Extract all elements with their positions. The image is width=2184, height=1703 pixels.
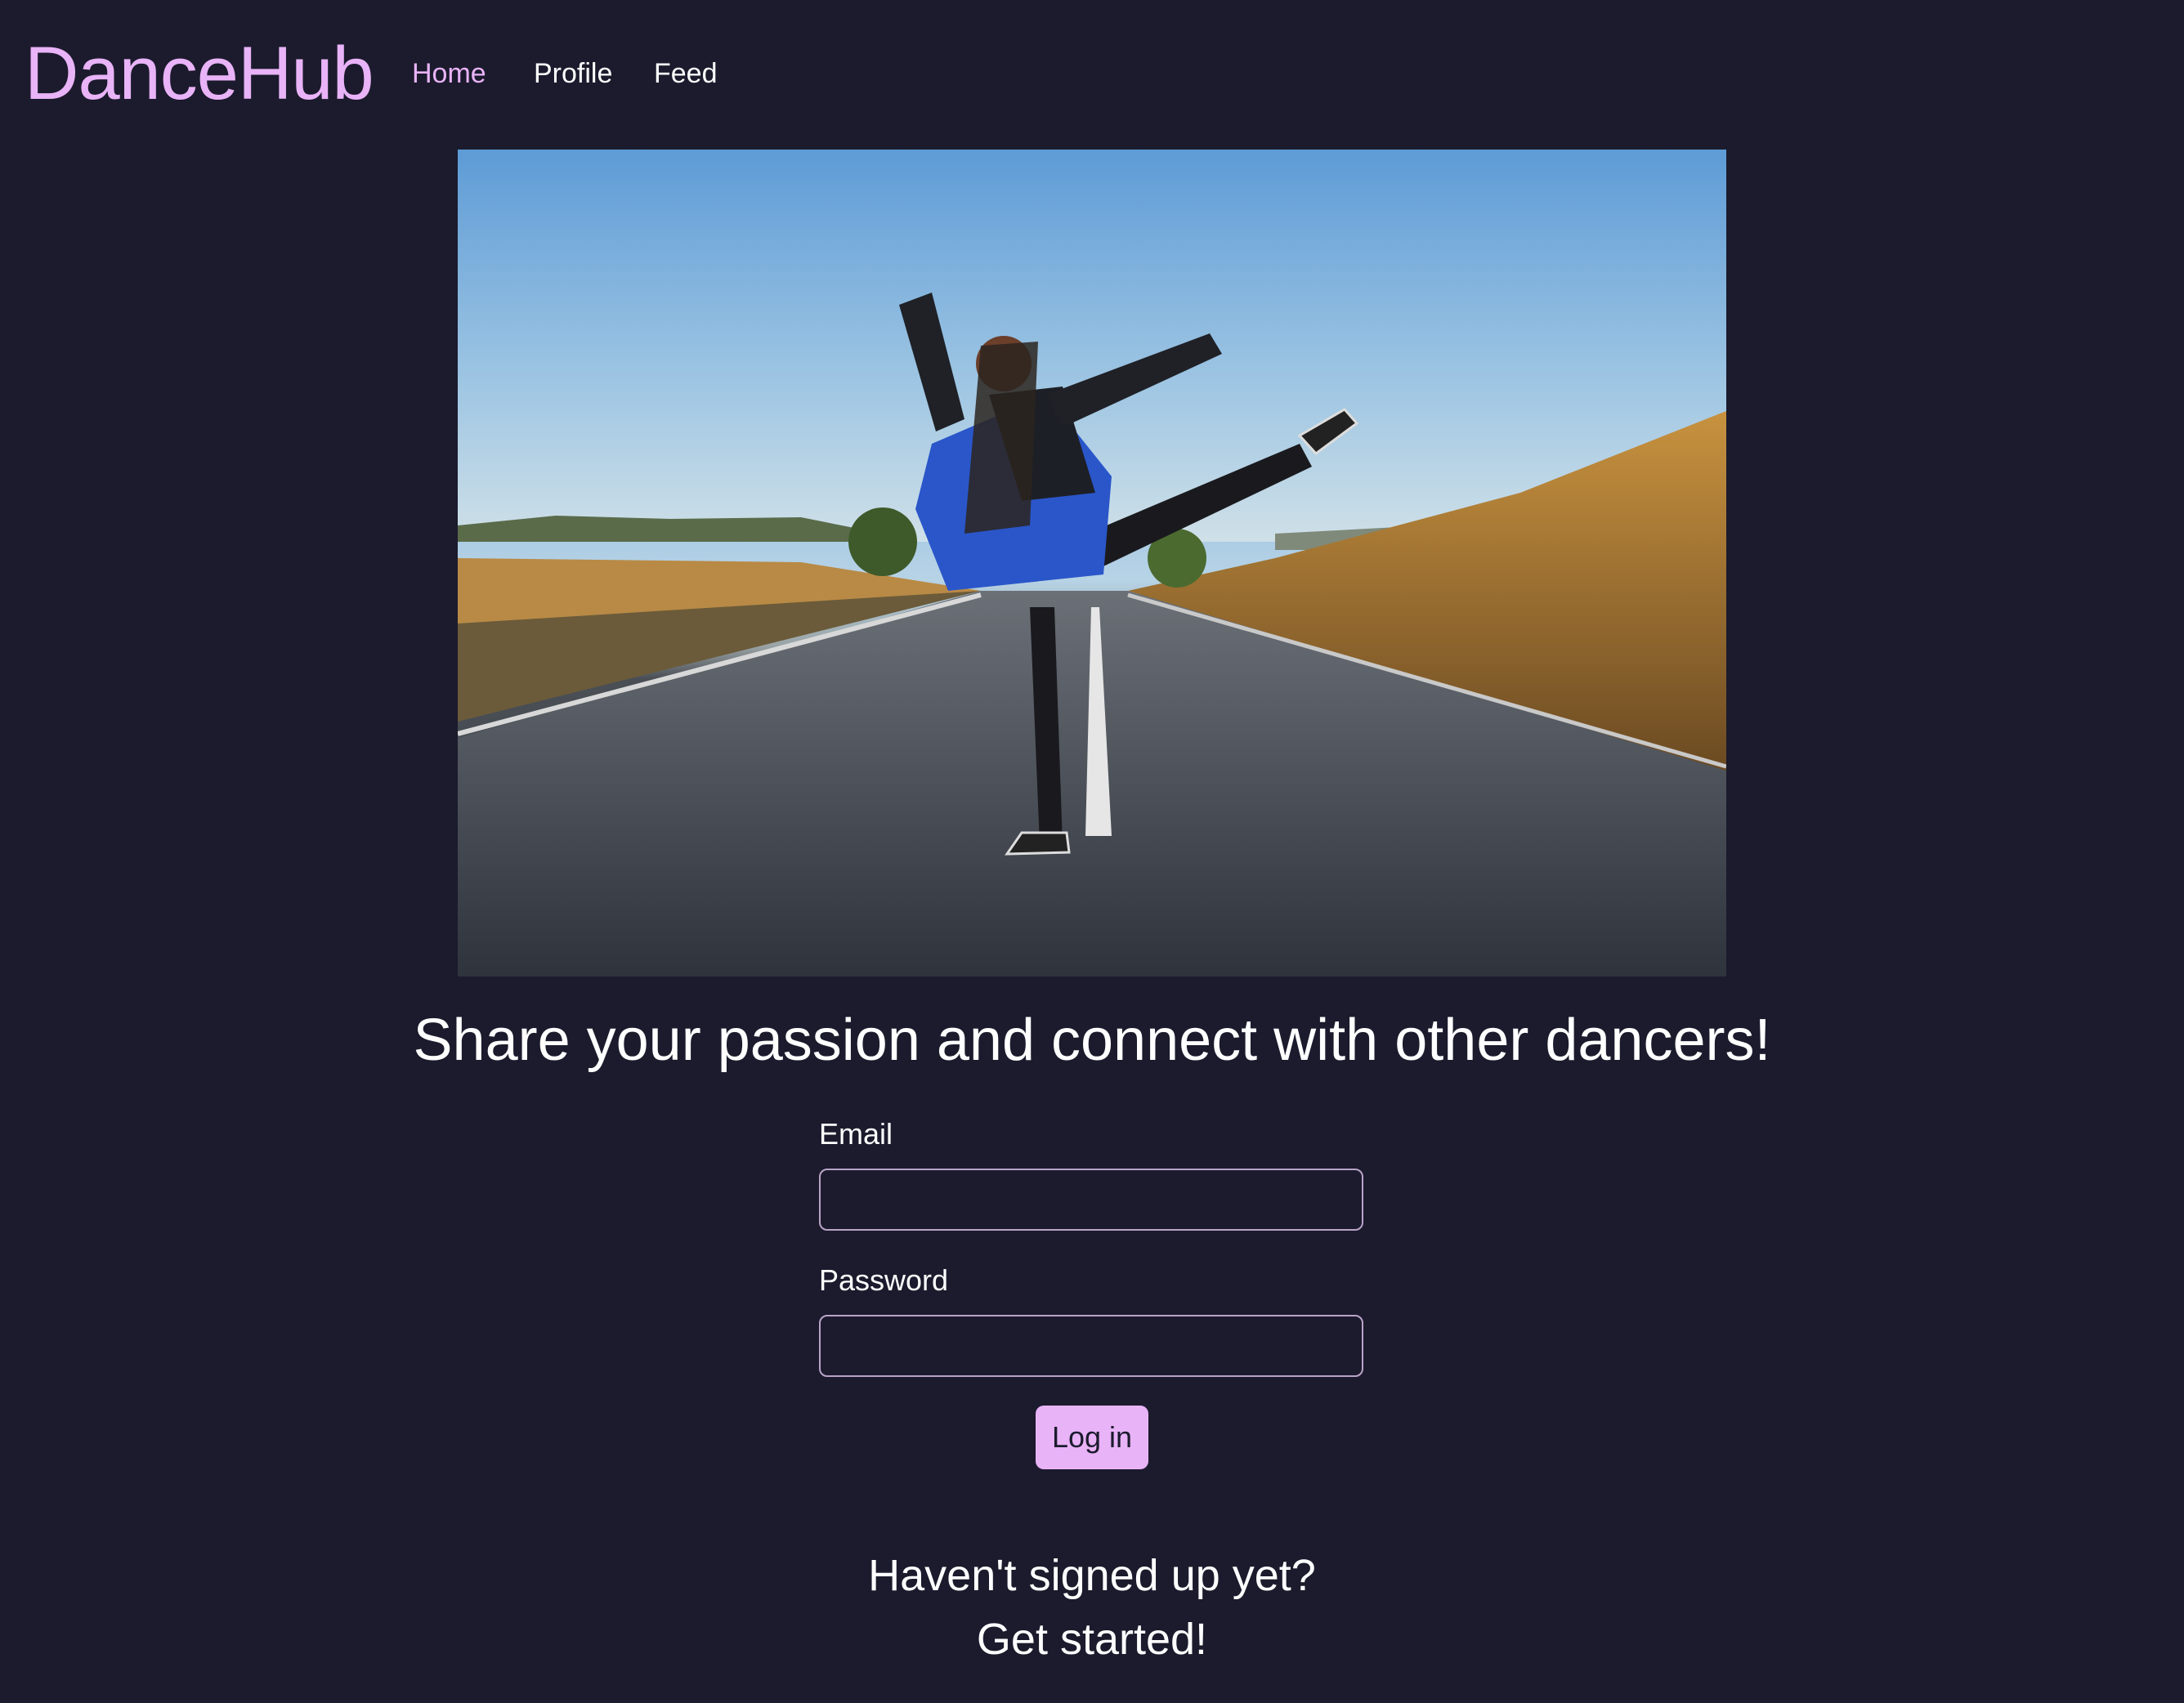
signup-cta-heading: Get started! [976, 1615, 1208, 1664]
password-field[interactable] [819, 1315, 1363, 1377]
email-field[interactable] [819, 1169, 1363, 1231]
navbar: DanceHub Home Profile Feed [0, 0, 2184, 147]
brand-logo[interactable]: DanceHub [25, 33, 374, 114]
email-label: Email [819, 1117, 893, 1151]
password-label: Password [819, 1263, 949, 1297]
page-tagline: Share your passion and connect with othe… [413, 1008, 1771, 1073]
signup-prompt: Haven't signed up yet? [868, 1551, 1316, 1600]
nav-link-profile[interactable]: Profile [534, 56, 612, 92]
login-button[interactable]: Log in [1036, 1406, 1148, 1469]
nav-link-home[interactable]: Home [412, 56, 486, 92]
nav-link-feed[interactable]: Feed [654, 56, 718, 92]
hero-image [458, 150, 1726, 977]
